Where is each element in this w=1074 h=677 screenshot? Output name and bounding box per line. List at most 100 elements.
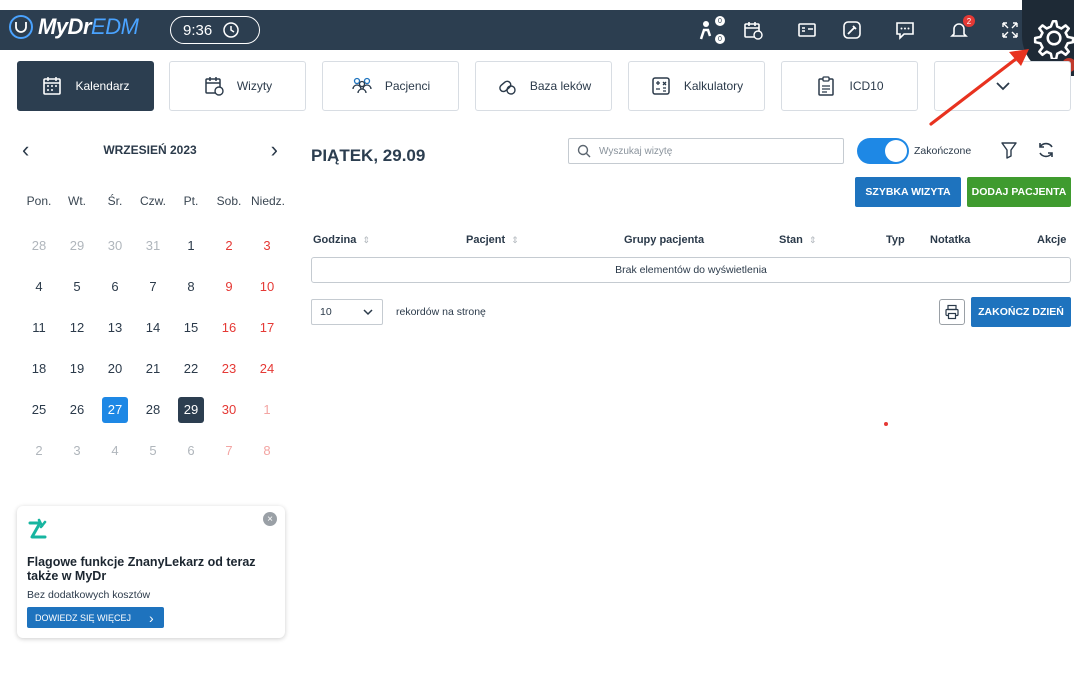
prescription-card-icon[interactable]: [795, 18, 819, 42]
nav-tile-icd10[interactable]: ICD10: [781, 61, 918, 111]
nav-tile-wizyty[interactable]: Wizyty: [169, 61, 306, 111]
calendar-day[interactable]: 30: [210, 397, 248, 423]
add-patient-button[interactable]: DODAJ PACJENTA: [967, 177, 1071, 207]
calendar-day[interactable]: 7: [134, 274, 172, 300]
calendar-day[interactable]: 12: [58, 315, 96, 341]
chevron-down-icon: [363, 309, 373, 316]
calendar-day[interactable]: 2: [210, 233, 248, 259]
patients-queue-icon[interactable]: 0 0: [697, 16, 725, 44]
tools-icon[interactable]: [840, 18, 864, 42]
nav-tile-kalkulatory[interactable]: Kalkulatory: [628, 61, 765, 111]
weekday-label: Niedz.: [250, 194, 285, 208]
calendar-day[interactable]: 1: [248, 397, 286, 423]
end-day-button[interactable]: ZAKOŃCZ DZIEŃ: [971, 297, 1071, 327]
calendar-day[interactable]: 5: [134, 438, 172, 464]
calendar-day[interactable]: 14: [134, 315, 172, 341]
calendar-day[interactable]: 9: [210, 274, 248, 300]
nav-tile-label: Baza leków: [529, 79, 592, 93]
fullscreen-icon[interactable]: [998, 18, 1022, 42]
column-header-pacjent[interactable]: Pacjent ⇕: [466, 234, 519, 246]
completed-toggle-label: Zakończone: [914, 145, 972, 157]
calendar-day[interactable]: 15: [172, 315, 210, 341]
calendar-icon: [43, 77, 62, 95]
calendar-week: 11 12 13 14 15 16 17: [20, 307, 288, 348]
app-logo[interactable]: MyDrEDM: [8, 14, 139, 40]
weekday-label: Pt.: [183, 194, 199, 208]
nav-tile-label: Kalendarz: [75, 79, 130, 93]
calendar-day[interactable]: 3: [248, 233, 286, 259]
patients-icon: [352, 77, 372, 94]
calendar-day[interactable]: 25: [20, 397, 58, 423]
nav-tile-label: ICD10: [849, 79, 884, 93]
notifications-icon[interactable]: 2: [947, 15, 975, 42]
page-title: PIĄTEK, 29.09: [311, 146, 426, 165]
calendar-day[interactable]: 18: [20, 356, 58, 382]
per-page-value: 10: [320, 306, 332, 318]
quick-visit-button[interactable]: SZYBKA WIZYTA: [855, 177, 961, 207]
nav-tile-kalendarz[interactable]: Kalendarz: [17, 61, 154, 111]
calendar-day[interactable]: 2: [20, 438, 58, 464]
learn-more-button[interactable]: DOWIEDZ SIĘ WIĘCEJ ›: [27, 607, 164, 628]
calendar-day[interactable]: 29: [58, 233, 96, 259]
calendar-day[interactable]: 6: [96, 274, 134, 300]
queue-count-bottom: 0: [715, 34, 725, 44]
calendar-day[interactable]: 5: [58, 274, 96, 300]
refresh-icon[interactable]: [1036, 140, 1056, 160]
calculator-icon: [652, 77, 670, 95]
calendar-day[interactable]: 4: [96, 438, 134, 464]
calendar-day[interactable]: 28: [134, 397, 172, 423]
calendar-day[interactable]: 8: [172, 274, 210, 300]
filter-icon[interactable]: [1000, 140, 1018, 160]
calendar-day[interactable]: 28: [20, 233, 58, 259]
calendar-day[interactable]: 31: [134, 233, 172, 259]
prev-month-button[interactable]: ‹: [22, 137, 36, 163]
notifications-badge: 2: [963, 15, 975, 27]
toggle-knob: [885, 140, 907, 162]
calendar-day[interactable]: 11: [20, 315, 58, 341]
calendar-day[interactable]: 21: [134, 356, 172, 382]
nav-tile-baza-lekow[interactable]: Baza leków: [475, 61, 612, 111]
calendar-weekdays: Pon. Wt. Śr. Czw. Pt. Sob. Niedz.: [20, 186, 288, 216]
calendar-day-today[interactable]: 27: [102, 396, 128, 423]
calendar-day[interactable]: 22: [172, 356, 210, 382]
sort-icon: ⇕: [808, 234, 817, 245]
calendar-day[interactable]: 8: [248, 438, 286, 464]
calendar-day[interactable]: 3: [58, 438, 96, 464]
weekday-label: Pon.: [26, 194, 52, 208]
calendar-day[interactable]: 7: [210, 438, 248, 464]
promo-title: Flagowe funkcje ZnanyLekarz od teraz tak…: [27, 555, 256, 583]
calendar-day[interactable]: 16: [210, 315, 248, 341]
top-bar: MyDrEDM 9:36 0 0 2: [0, 0, 1074, 76]
printer-icon: [945, 304, 959, 320]
calendar-day[interactable]: 6: [172, 438, 210, 464]
column-header-stan[interactable]: Stan ⇕: [779, 234, 816, 246]
calendar-day[interactable]: 26: [58, 397, 96, 423]
promo-card: × Flagowe funkcje ZnanyLekarz od teraz t…: [17, 506, 285, 638]
annotation-arrow: [929, 49, 1029, 126]
calendar-day[interactable]: 13: [96, 315, 134, 341]
calendar-day[interactable]: 1: [172, 233, 210, 259]
search-icon: [577, 144, 591, 158]
next-month-button[interactable]: ›: [264, 137, 278, 163]
calendar-day[interactable]: 10: [248, 274, 286, 300]
calendar-day[interactable]: 4: [20, 274, 58, 300]
calendar-clock-icon[interactable]: [741, 18, 765, 42]
print-button[interactable]: [939, 299, 965, 325]
promo-close-button[interactable]: ×: [263, 512, 277, 526]
nav-tile-label: Kalkulatory: [683, 79, 744, 93]
session-clock[interactable]: 9:36: [170, 16, 260, 44]
calendar-day[interactable]: 24: [248, 356, 286, 382]
calendar-day-selected[interactable]: 29: [178, 396, 204, 423]
nav-tile-pacjenci[interactable]: Pacjenci: [322, 61, 459, 111]
records-per-page-select[interactable]: 10: [311, 299, 383, 325]
column-header-notatka: Notatka: [930, 234, 971, 246]
calendar-day[interactable]: 19: [58, 356, 96, 382]
visit-search-input[interactable]: Wyszukaj wizytę: [568, 138, 844, 164]
chat-icon[interactable]: [893, 18, 917, 42]
completed-toggle[interactable]: [857, 138, 909, 164]
calendar-day[interactable]: 20: [96, 356, 134, 382]
calendar-day[interactable]: 30: [96, 233, 134, 259]
calendar-day[interactable]: 17: [248, 315, 286, 341]
calendar-day[interactable]: 23: [210, 356, 248, 382]
column-header-godzina[interactable]: Godzina ⇕: [313, 234, 370, 246]
